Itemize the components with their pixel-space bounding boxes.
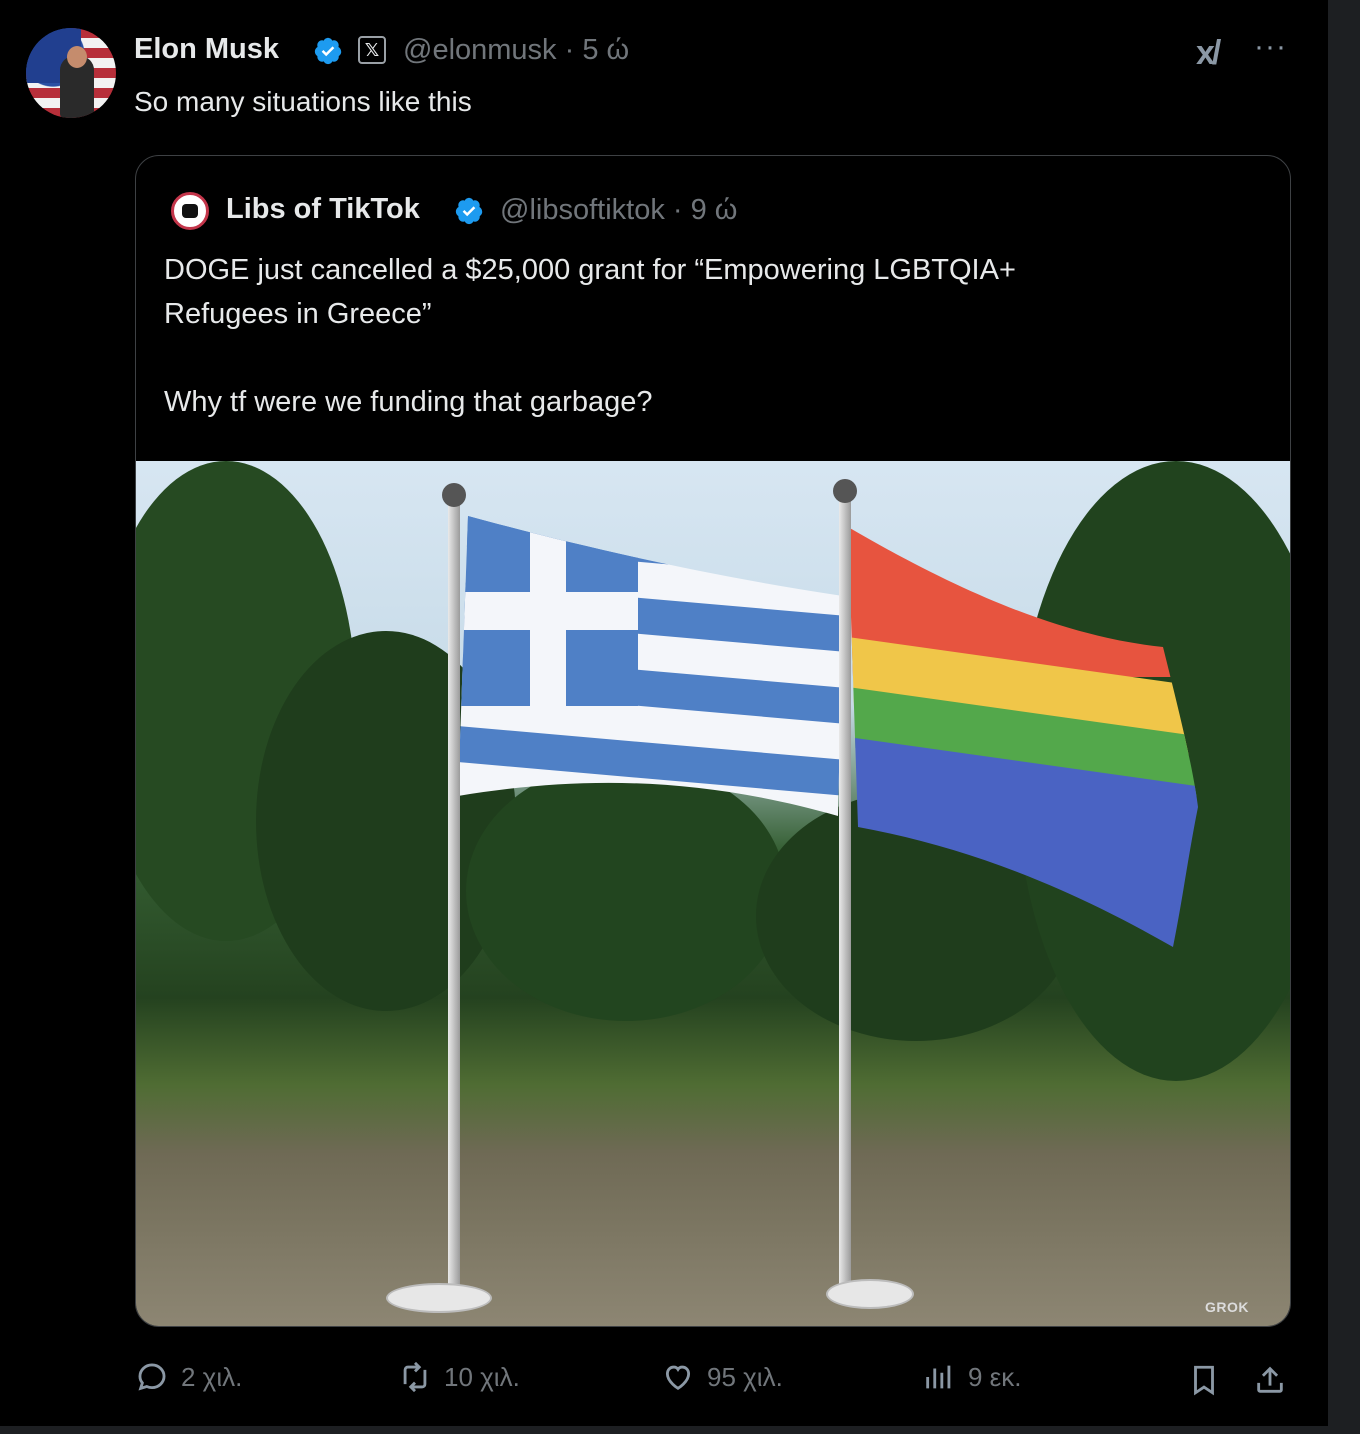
quoted-author-name[interactable]: Libs of TikTok xyxy=(226,193,420,226)
repost-icon xyxy=(403,1361,427,1393)
flagpole-left xyxy=(448,497,460,1297)
bookmark-icon[interactable] xyxy=(1187,1363,1221,1397)
author-handle-time[interactable]: @elonmusk · 5 ώ xyxy=(403,34,629,67)
author-avatar[interactable] xyxy=(26,28,116,118)
reply-count: 2 χιλ. xyxy=(181,1361,243,1392)
flagpole-left-base xyxy=(386,1283,492,1313)
reply-icon xyxy=(138,1363,166,1391)
quoted-text-line1: DOGE just cancelled a $25,000 grant for … xyxy=(164,254,1016,286)
grok-icon[interactable]: x/ xyxy=(1196,34,1221,73)
verified-badge-icon[interactable] xyxy=(313,36,343,66)
author-name[interactable]: Elon Musk xyxy=(134,33,279,66)
flagpole-left-cap xyxy=(442,483,466,507)
avatar-head xyxy=(67,46,87,68)
analytics-icon xyxy=(926,1365,951,1389)
views-button[interactable]: 9 εκ. xyxy=(922,1360,1022,1394)
x-logo-badge-icon: 𝕏 xyxy=(358,36,386,64)
share-icon[interactable] xyxy=(1253,1363,1287,1397)
more-options-icon[interactable]: ··· xyxy=(1254,30,1287,64)
quoted-avatar[interactable] xyxy=(171,192,209,230)
flagpole-right-cap xyxy=(833,479,857,503)
flagpole-right xyxy=(839,493,851,1289)
greek-flag-image xyxy=(458,516,843,816)
views-count: 9 εκ. xyxy=(968,1361,1022,1392)
heart-icon xyxy=(665,1365,691,1390)
tweet-text: So many situations like this xyxy=(134,86,472,117)
media-watermark: GROK xyxy=(1205,1299,1249,1315)
quoted-verified-badge-icon[interactable] xyxy=(454,196,484,226)
action-bar: 2 χιλ. 10 χιλ. 95 χιλ. 9 εκ. xyxy=(0,1352,1328,1408)
quoted-text: DOGE just cancelled a $25,000 grant for … xyxy=(164,248,1264,424)
window-bottom-border xyxy=(0,1426,1360,1434)
reply-button[interactable]: 2 χιλ. xyxy=(135,1360,242,1394)
repost-button[interactable]: 10 χιλ. xyxy=(398,1360,520,1394)
quoted-text-line2: Refugees in Greece” xyxy=(164,298,432,330)
quoted-text-line3: Why tf were we funding that garbage? xyxy=(164,386,653,418)
quoted-media-image[interactable]: GROK xyxy=(136,461,1290,1326)
like-button[interactable]: 95 χιλ. xyxy=(661,1360,783,1394)
like-count: 95 χιλ. xyxy=(707,1361,783,1392)
quoted-handle-time[interactable]: @libsoftiktok · 9 ώ xyxy=(500,194,737,227)
rainbow-flag-image xyxy=(848,527,1198,947)
repost-count: 10 χιλ. xyxy=(444,1361,520,1392)
quoted-tweet[interactable]: Libs of TikTok @libsoftiktok · 9 ώ DOGE … xyxy=(135,155,1291,1327)
flagpole-right-base xyxy=(826,1279,914,1309)
window-right-border xyxy=(1328,0,1360,1434)
